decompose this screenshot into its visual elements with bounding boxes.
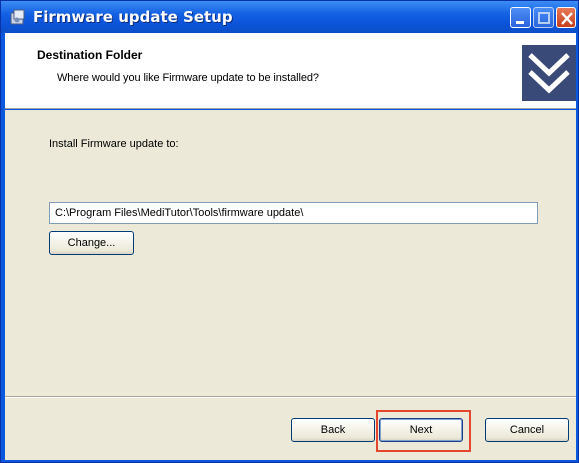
- page-subtitle: Where would you like Firmware update to …: [57, 72, 319, 84]
- header-panel: Destination Folder Where would you like …: [5, 33, 576, 109]
- installer-window: Firmware update Setup Destination Folder…: [0, 0, 579, 463]
- installer-logo-icon: [522, 45, 576, 101]
- cancel-button[interactable]: Cancel: [485, 418, 569, 442]
- next-button-highlight: [376, 410, 471, 452]
- content-panel: Install Firmware update to: C:\Program F…: [5, 110, 576, 460]
- minimize-button[interactable]: [510, 7, 531, 28]
- install-path-field[interactable]: C:\Program Files\MediTutor\Tools\firmwar…: [49, 202, 538, 224]
- close-button[interactable]: [556, 7, 576, 28]
- title-bar[interactable]: Firmware update Setup: [1, 1, 578, 33]
- page-title: Destination Folder: [37, 48, 143, 62]
- back-button[interactable]: Back: [291, 418, 375, 442]
- maximize-button[interactable]: [533, 7, 554, 28]
- window-title: Firmware update Setup: [33, 8, 233, 26]
- install-location-label: Install Firmware update to:: [49, 138, 179, 150]
- change-button[interactable]: Change...: [49, 231, 134, 255]
- footer-divider: [5, 396, 576, 398]
- setup-app-icon: [9, 8, 27, 26]
